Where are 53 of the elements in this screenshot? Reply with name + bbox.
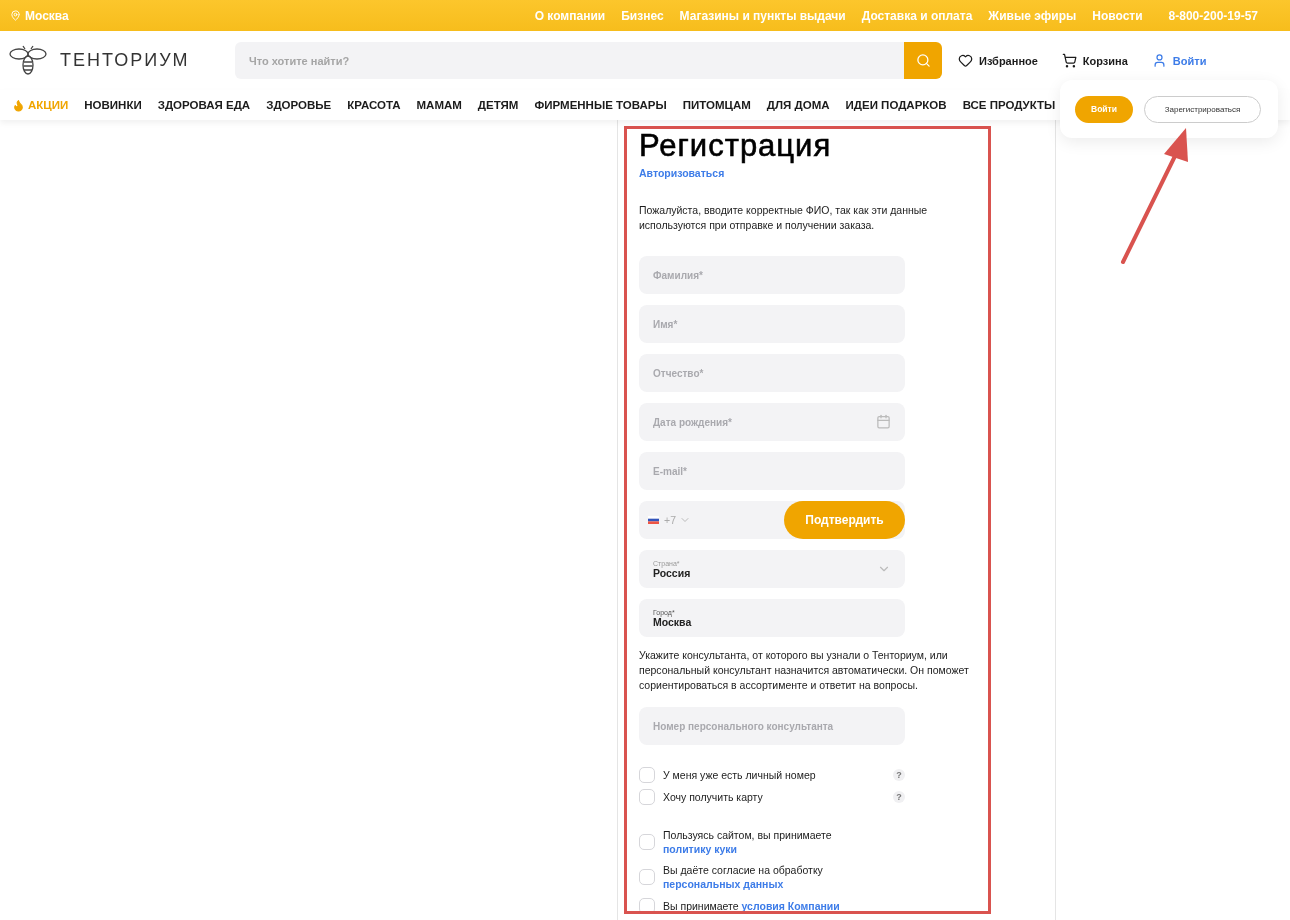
login-link[interactable]: Авторизоваться — [639, 167, 725, 179]
search-field[interactable]: Что хотите найти? — [235, 42, 904, 79]
nav-link[interactable]: ИДЕИ ПОДАРКОВ — [845, 99, 947, 111]
register-button[interactable]: Зарегистрироваться — [1144, 95, 1261, 123]
header-link[interactable]: Войти — [1151, 53, 1207, 68]
checkbox[interactable] — [639, 834, 655, 850]
agreement-link[interactable]: политику куки — [663, 843, 738, 855]
checkbox[interactable] — [639, 869, 655, 885]
search-icon — [915, 53, 931, 68]
nav-link[interactable]: ЗДОРОВАЯ ЕДА — [157, 99, 251, 111]
checkbox[interactable] — [639, 898, 655, 911]
agreement-link[interactable]: персональных данных — [663, 878, 784, 890]
logo-text: ТЕНТОРИУМ — [60, 50, 190, 71]
text-field[interactable]: E-mail* — [639, 452, 905, 490]
heart-icon — [958, 53, 973, 68]
page-title: Регистрация — [639, 129, 833, 163]
country-code: +7 — [664, 514, 676, 526]
nav-link[interactable]: ПИТОМЦАМ — [682, 99, 751, 111]
checkbox[interactable] — [639, 789, 655, 805]
nav-link[interactable]: ФИРМЕННЫЕ ТОВАРЫ — [534, 99, 667, 111]
cart-icon — [1061, 53, 1077, 68]
nav-link[interactable]: КРАСОТА — [347, 99, 401, 111]
option-label: У меня уже есть личный номер — [663, 768, 817, 782]
text-field[interactable]: Имя* — [639, 305, 905, 343]
intro-text: Пожалуйста, вводите корректные ФИО, так как эти данные используются при отправке и получении заказа. — [639, 203, 929, 233]
text-field[interactable]: Фамилия* — [639, 256, 905, 294]
help-icon[interactable]: ? — [893, 769, 905, 781]
phone-number: 8-800-200-19-57 — [1168, 8, 1258, 23]
bee-logo-icon — [8, 44, 48, 77]
checkbox[interactable] — [639, 767, 655, 783]
text-field[interactable]: Отчество* — [639, 354, 905, 392]
agreement-text: Вы даёте согласие на обработку персональных данных — [663, 863, 824, 891]
field-value: Россия — [653, 566, 692, 579]
flame-icon — [12, 98, 25, 112]
consultant-note: Укажите консультанта, от которого вы узнали о Тенториум, или персональный консультант назначится автоматически. Он поможет сориентироваться в ассортименте и ответит на вопросы. — [639, 648, 970, 693]
nav-link[interactable]: ВСЕ ПРОДУКТЫ — [962, 99, 1056, 111]
nav-link[interactable]: НОВИНКИ — [84, 99, 142, 111]
nav-link[interactable]: ДЛЯ ДОМА — [766, 99, 830, 111]
header-link[interactable]: Избранное — [958, 53, 1038, 68]
option-label: Хочу получить карту — [663, 790, 764, 804]
help-icon[interactable]: ? — [893, 791, 905, 803]
consultant-field[interactable]: Номер персонального консультанта — [639, 707, 905, 745]
flag-icon — [648, 516, 659, 524]
calendar-icon — [876, 414, 891, 429]
location-pin-icon — [10, 10, 21, 21]
search-button[interactable] — [904, 42, 942, 79]
user-icon — [1151, 53, 1167, 68]
nav-link[interactable]: ЗДОРОВЬЕ — [266, 99, 332, 111]
nav-link[interactable]: ДЕТЯМ — [477, 99, 519, 111]
nav-link[interactable]: МАМАМ — [416, 99, 462, 111]
agreement-text: Пользуясь сайтом, вы принимаете политику куки — [663, 828, 833, 856]
date-field[interactable]: Дата рождения* — [639, 403, 905, 441]
header-link[interactable]: Корзина — [1061, 53, 1128, 68]
